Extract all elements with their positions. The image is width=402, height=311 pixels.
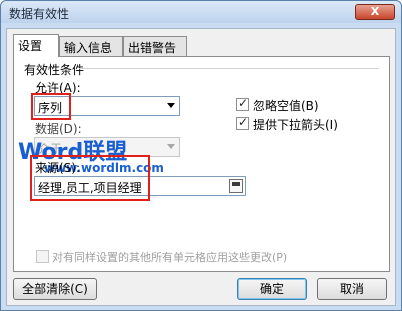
apply-all-checkbox[interactable] bbox=[36, 250, 49, 263]
check-icon: ✓ bbox=[238, 115, 249, 129]
section-divider bbox=[79, 68, 379, 69]
validation-criteria-heading: 有效性条件 bbox=[24, 63, 85, 77]
cancel-button[interactable]: 取消 bbox=[317, 278, 387, 300]
tab-input-message[interactable]: 输入信息 bbox=[59, 36, 123, 56]
chevron-down-icon bbox=[167, 103, 175, 108]
check-icon: ✓ bbox=[238, 96, 249, 110]
highlight-box-source bbox=[30, 155, 150, 201]
in-cell-dropdown-label: 提供下拉箭头(I) bbox=[253, 118, 338, 132]
cancel-button-label: 取消 bbox=[339, 282, 364, 296]
ignore-blank-checkbox[interactable]: ✓ bbox=[236, 96, 249, 111]
close-button[interactable]: X bbox=[355, 4, 395, 20]
tab-error-alert-label: 出错警告 bbox=[128, 41, 177, 55]
range-select-icon[interactable] bbox=[229, 179, 243, 193]
dialog-window: 数据有效性 X 设置 输入信息 出错警告 有效性条件 允许(A): 序列 ✓ 忽… bbox=[0, 0, 402, 311]
clear-all-button-label: 全部清除(C) bbox=[22, 282, 88, 296]
tab-input-message-label: 输入信息 bbox=[64, 41, 113, 55]
tab-error-alert[interactable]: 出错警告 bbox=[123, 36, 187, 56]
tab-settings-label: 设置 bbox=[18, 39, 43, 53]
chevron-down-icon bbox=[167, 144, 175, 149]
tab-settings[interactable]: 设置 bbox=[13, 34, 59, 57]
dialog-title: 数据有效性 bbox=[9, 7, 70, 21]
title-bar[interactable]: 数据有效性 X bbox=[1, 1, 401, 23]
apply-all-label: 对有同样设置的其他所有单元格应用这些更改(P) bbox=[52, 251, 288, 264]
highlight-box-allow bbox=[31, 93, 71, 120]
settings-panel: 有效性条件 允许(A): 序列 ✓ 忽略空值(B) ✓ 提供下拉箭头(I) 数据… bbox=[13, 56, 390, 272]
in-cell-dropdown-checkbox[interactable]: ✓ bbox=[236, 115, 249, 130]
clear-all-button[interactable]: 全部清除(C) bbox=[13, 278, 97, 300]
ignore-blank-label: 忽略空值(B) bbox=[253, 99, 319, 113]
close-icon: X bbox=[370, 5, 380, 18]
ok-button-label: 确定 bbox=[259, 282, 284, 296]
dialog-client: 设置 输入信息 出错警告 有效性条件 允许(A): 序列 ✓ 忽略空值(B) ✓ bbox=[6, 28, 396, 306]
ok-button[interactable]: 确定 bbox=[237, 278, 307, 300]
